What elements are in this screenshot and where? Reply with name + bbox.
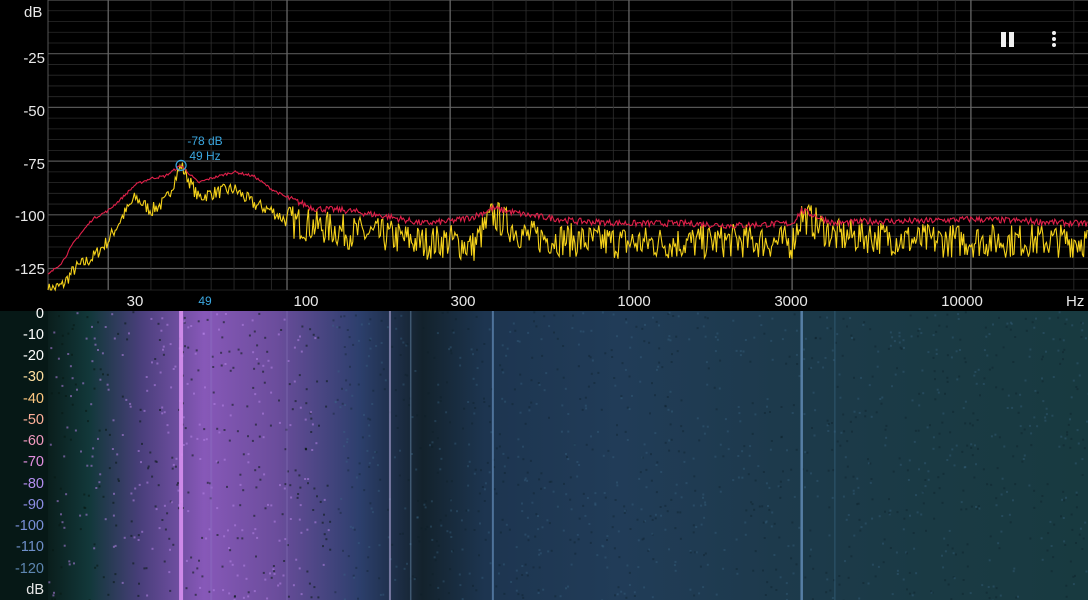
spectrogram-scale-label: -10 (23, 327, 44, 343)
more-options-button[interactable] (1041, 26, 1067, 52)
spectrogram-unit-label: dB (26, 582, 44, 598)
freq-tick-label: 100 (293, 293, 319, 310)
db-tick-label: -50 (23, 103, 45, 120)
live-spectrum-line (47, 162, 1088, 292)
spectrogram-scale-label: -100 (14, 518, 44, 534)
db-tick-label: -75 (23, 156, 45, 173)
pause-button[interactable] (994, 26, 1020, 52)
freq-tick-label: 10000 (941, 293, 983, 310)
db-tick-label: -100 (14, 208, 45, 225)
spectrogram-panel[interactable]: 0 -10 -20 -30 -40 -50 -60 -70 -80 -90 -1… (0, 307, 1088, 600)
spectrogram-scale-label: -110 (16, 539, 44, 555)
db-tick-label: -25 (23, 50, 45, 67)
spectrogram-scale-label: -30 (23, 369, 44, 385)
freq-tick-label: 300 (450, 293, 476, 310)
spectrogram-scale-label: 0 (35, 306, 44, 322)
spectrogram-scale-label: -80 (23, 476, 44, 492)
spectrum-plot[interactable] (0, 0, 1088, 311)
spectrogram-scale-label: -70 (23, 454, 44, 470)
spectrogram-scale-label: -20 (23, 348, 44, 364)
peak-db-readout: -78 dB (187, 134, 223, 148)
spectrum-panel[interactable]: dB -25 -50 -75 -100 -125 30 100 300 1000… (0, 0, 1088, 311)
spectrogram-scale-label: -40 (23, 391, 44, 407)
db-unit-label: dB (24, 4, 43, 21)
freq-tick-label: 30 (126, 293, 144, 310)
db-tick-label: -125 (14, 261, 45, 278)
hz-unit-label: Hz (1066, 293, 1085, 310)
spectrogram-image (0, 311, 1088, 600)
peak-frequency-marker: 49 (198, 294, 212, 308)
freq-tick-label: 3000 (774, 293, 808, 310)
spectrogram-scale-label: -120 (14, 561, 44, 577)
spectrogram-background (48, 311, 1088, 600)
spectrogram-scale-label: -90 (23, 497, 44, 513)
spectrogram-scale-label: -60 (23, 433, 44, 449)
spectrogram-scale-label: -50 (23, 412, 44, 428)
peak-hz-readout: 49 Hz (189, 149, 221, 163)
freq-tick-label: 1000 (617, 293, 651, 310)
